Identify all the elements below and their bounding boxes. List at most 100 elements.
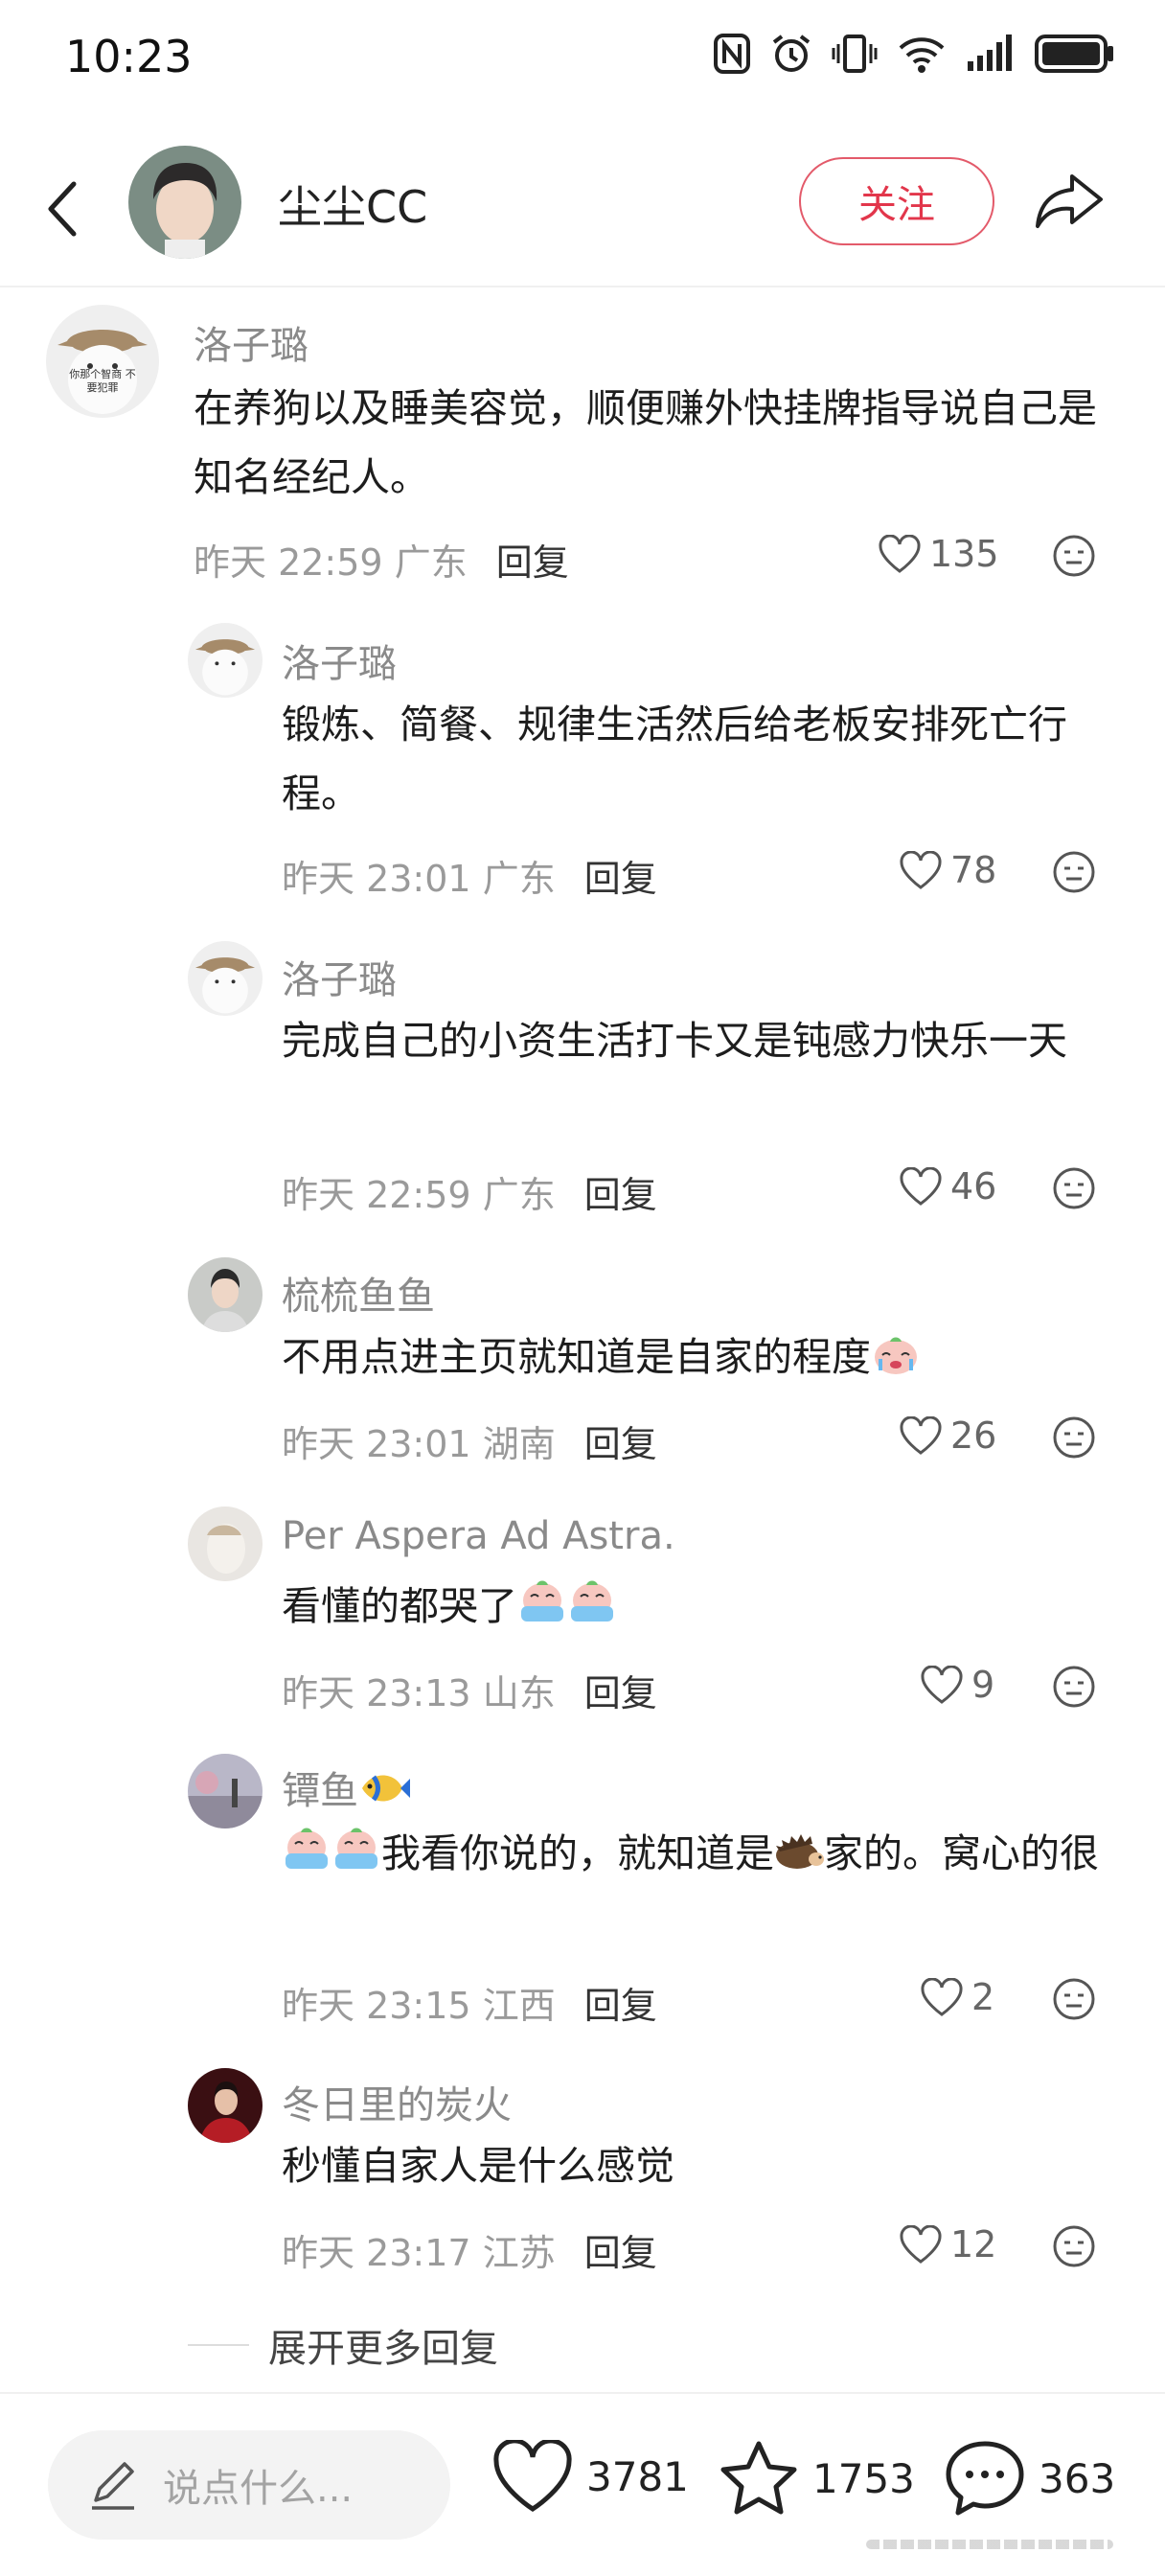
comment-text-content: 不用点进主页就知道是自家的程度 bbox=[282, 1334, 871, 1380]
commenter-name[interactable]: 梳梳鱼鱼 bbox=[282, 1265, 435, 1321]
crying-face-icon bbox=[571, 1580, 613, 1622]
header-username[interactable]: 尘尘CC bbox=[278, 172, 427, 236]
favorite-total: 1753 bbox=[812, 2454, 915, 2502]
avatar-caption: 你那个智商 不要犯罪 bbox=[69, 368, 136, 394]
header-avatar[interactable] bbox=[128, 146, 241, 259]
comment-action[interactable]: 363 bbox=[945, 2440, 1115, 2517]
heart-icon bbox=[921, 1978, 963, 2016]
heart-icon bbox=[900, 1416, 942, 1455]
fish-emoji-icon bbox=[362, 1775, 410, 1802]
wifi-icon bbox=[899, 37, 945, 73]
favorite-action[interactable]: 1753 bbox=[719, 2440, 915, 2517]
reply-button[interactable]: 回复 bbox=[584, 2232, 657, 2274]
chevron-left-icon bbox=[48, 181, 77, 237]
heart-icon bbox=[900, 2225, 942, 2264]
like-button[interactable]: 135 bbox=[878, 533, 999, 575]
header: 尘尘CC 关注 bbox=[0, 134, 1165, 288]
battery-icon bbox=[1035, 34, 1113, 73]
comment-time: 昨天 23:01 bbox=[282, 858, 471, 900]
comment-time: 昨天 22:59 bbox=[282, 1174, 471, 1216]
comment-text[interactable]: 看懂的都哭了 bbox=[282, 1572, 1106, 1641]
like-button[interactable]: 46 bbox=[899, 1165, 996, 1208]
back-button[interactable] bbox=[38, 171, 86, 247]
like-count: 78 bbox=[950, 849, 997, 891]
like-action[interactable]: 3781 bbox=[492, 2440, 689, 2513]
reply-button[interactable]: 回复 bbox=[584, 1174, 657, 1216]
crying-face-icon bbox=[521, 1580, 563, 1622]
comment-text[interactable]: 完成自己的小资生活打卡又是钝感力快乐一天 bbox=[282, 1006, 1106, 1075]
commenter-name[interactable]: 洛子璐 bbox=[282, 949, 397, 1004]
commenter-name[interactable]: Per Aspera Ad Astra. bbox=[282, 1514, 675, 1558]
heart-icon bbox=[921, 1666, 963, 1704]
alarm-icon bbox=[772, 34, 811, 72]
commenter-avatar[interactable] bbox=[188, 1754, 263, 1828]
share-icon bbox=[1036, 174, 1103, 228]
status-bar: 10:23 bbox=[0, 0, 1165, 115]
expand-more-replies[interactable]: 展开更多回复 bbox=[188, 2317, 498, 2373]
commenter-avatar[interactable] bbox=[188, 623, 263, 698]
comment-meta: 昨天 23:13 山东 回复 bbox=[282, 1664, 657, 1716]
commenter-name[interactable]: 洛子璐 bbox=[194, 314, 308, 370]
reply-button[interactable]: 回复 bbox=[584, 1985, 657, 2027]
comment-input[interactable]: 说点什么... bbox=[48, 2430, 450, 2540]
comment-text[interactable]: 秒懂自家人是什么感觉 bbox=[282, 2131, 1106, 2200]
commenter-avatar[interactable] bbox=[188, 941, 263, 1016]
like-count: 46 bbox=[950, 1165, 997, 1208]
like-button[interactable]: 2 bbox=[920, 1976, 994, 2018]
comment-meta: 昨天 23:17 江苏 回复 bbox=[282, 2223, 657, 2276]
comment-meta: 昨天 22:59 广东 回复 bbox=[194, 533, 569, 586]
commenter-avatar[interactable]: 你那个智商 不要犯罪 bbox=[46, 305, 159, 418]
comment-location: 广东 bbox=[482, 1174, 556, 1216]
emoji-react-icon[interactable] bbox=[1051, 1976, 1097, 2022]
share-button[interactable] bbox=[1031, 163, 1108, 240]
like-total: 3781 bbox=[586, 2452, 689, 2500]
like-button[interactable]: 12 bbox=[899, 2223, 996, 2266]
like-button[interactable]: 78 bbox=[899, 849, 996, 891]
crying-face-icon bbox=[286, 1828, 328, 1869]
commenter-name[interactable]: 洛子璐 bbox=[282, 632, 397, 688]
comment-time: 昨天 23:01 bbox=[282, 1423, 471, 1465]
commenter-avatar[interactable] bbox=[188, 1506, 263, 1581]
commenter-avatar[interactable] bbox=[188, 1257, 263, 1332]
expand-label: 展开更多回复 bbox=[268, 2327, 498, 2371]
input-placeholder: 说点什么... bbox=[163, 2467, 354, 2511]
star-icon bbox=[720, 2441, 797, 2515]
comment-bubble-icon bbox=[946, 2441, 1024, 2516]
comment-text[interactable]: 不用点进主页就知道是自家的程度 bbox=[282, 1322, 1106, 1392]
comment-text-content: 看懂的都哭了 bbox=[282, 1583, 517, 1629]
signal-icon bbox=[968, 34, 1012, 71]
emoji-react-icon[interactable] bbox=[1051, 1664, 1097, 1710]
comment-text-part: 我看你说的，就知道是 bbox=[381, 1830, 774, 1876]
commenter-name[interactable]: 镡鱼 bbox=[282, 1760, 410, 1815]
comment-text[interactable]: 我看你说的，就知道是 家的。窝心的很 bbox=[282, 1819, 1106, 1888]
divider-line bbox=[188, 2344, 249, 2346]
heart-icon bbox=[900, 851, 942, 889]
follow-button[interactable]: 关注 bbox=[799, 157, 994, 245]
like-button[interactable]: 26 bbox=[899, 1414, 996, 1457]
emoji-react-icon[interactable] bbox=[1051, 1165, 1097, 1211]
reply-button[interactable]: 回复 bbox=[584, 858, 657, 900]
commenter-name[interactable]: 冬日里的炭火 bbox=[282, 2074, 512, 2129]
commenter-avatar[interactable] bbox=[188, 2068, 263, 2143]
emoji-react-icon[interactable] bbox=[1051, 533, 1097, 579]
commenter-name-text: 镡鱼 bbox=[282, 1769, 358, 1813]
like-button[interactable]: 9 bbox=[920, 1664, 994, 1706]
comment-text[interactable]: 在养狗以及睡美容觉，顺便赚外快挂牌指导说自己是知名经纪人。 bbox=[194, 374, 1104, 512]
like-count: 2 bbox=[971, 1976, 995, 2018]
nfc-icon bbox=[714, 34, 750, 74]
reply-button[interactable]: 回复 bbox=[584, 1423, 657, 1465]
comment-time: 昨天 22:59 bbox=[194, 541, 383, 584]
pencil-icon bbox=[92, 2462, 134, 2510]
comment-time: 昨天 23:17 bbox=[282, 2232, 471, 2274]
reply-button[interactable]: 回复 bbox=[584, 1672, 657, 1714]
emoji-react-icon[interactable] bbox=[1051, 2223, 1097, 2269]
comment-location: 山东 bbox=[482, 1672, 556, 1714]
reply-button[interactable]: 回复 bbox=[496, 541, 569, 584]
like-count: 26 bbox=[950, 1414, 997, 1457]
emoji-react-icon[interactable] bbox=[1051, 849, 1097, 895]
vibrate-icon bbox=[832, 34, 878, 73]
heart-icon bbox=[493, 2440, 572, 2512]
comment-text[interactable]: 锻炼、简餐、规律生活然后给老板安排死亡行程。 bbox=[282, 690, 1106, 828]
comment-meta: 昨天 22:59 广东 回复 bbox=[282, 1165, 657, 1218]
emoji-react-icon[interactable] bbox=[1051, 1414, 1097, 1460]
